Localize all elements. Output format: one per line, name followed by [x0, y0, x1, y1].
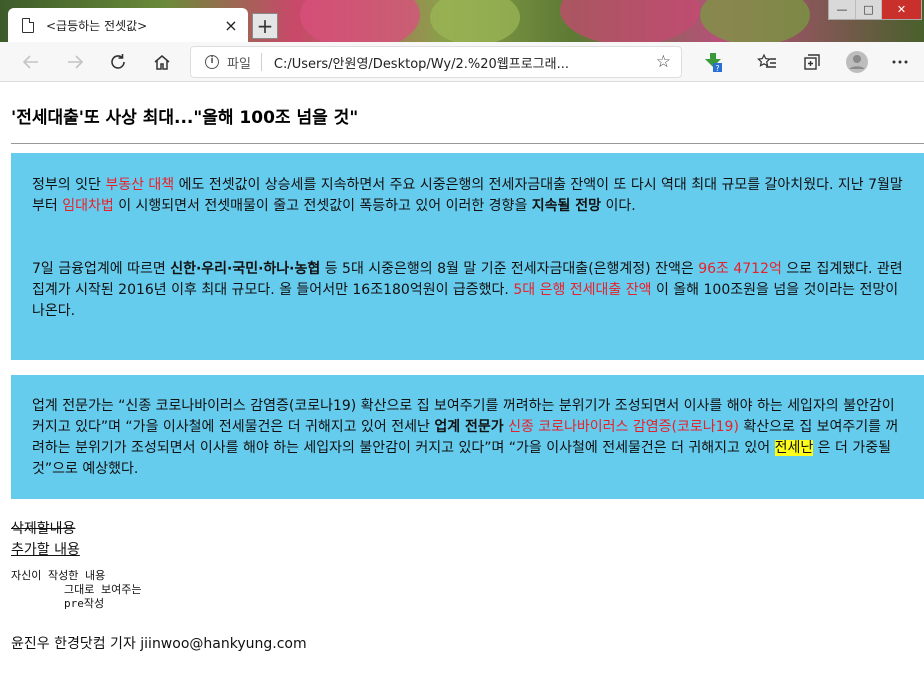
address-separator	[260, 53, 262, 71]
red-text: 임대차법	[62, 198, 114, 214]
horizontal-rule	[11, 143, 924, 144]
text-segment: 정부의 잇단	[32, 177, 106, 193]
red-text: 96조 4712억	[698, 261, 782, 277]
tab-title: <급등하는 전셋값>	[46, 18, 148, 33]
paragraph-3: 업계 전문가는 “신종 코로나바이러스 감염증(코로나19) 확산으로 집 보여…	[32, 396, 904, 480]
text-segment: 등 5대 시중은행의 8월 말 기준 전세자금대출(은행계정) 잔액은	[320, 261, 699, 277]
text-segment: 이 시행되면서 전셋매물이 줄고 전셋값이 폭등하고 있어 이러한 경향을	[113, 198, 532, 214]
article-headline: '전세대출'또 사상 최대..."올해 100조 넘을 것"	[11, 108, 359, 128]
new-tab-button[interactable]: +	[252, 13, 278, 39]
inserted-text: 추가할 내용	[11, 542, 80, 558]
star-icon[interactable]: ☆	[656, 52, 671, 72]
close-window-button[interactable]: ✕	[881, 0, 921, 19]
paragraph-1: 정부의 잇단 부동산 대책 에도 전셋값이 상승세를 지속하면서 주요 시중은행…	[32, 175, 904, 217]
text-segment: 7일 금융업계에 따르면	[32, 261, 171, 277]
collections-icon[interactable]	[798, 48, 826, 76]
address-bar[interactable]: i 파일 C:/Users/안원영/Desktop/Wy/2.%20웹프로그래.…	[190, 46, 682, 78]
bold-text: 신한·우리·국민·하나·농협	[170, 261, 321, 277]
address-url[interactable]: C:/Users/안원영/Desktop/Wy/2.%20웹프로그래...	[274, 53, 646, 72]
bold-text: 업계 전문가	[434, 419, 504, 435]
profile-icon[interactable]	[843, 48, 871, 76]
highlighted-text: 전세난	[774, 440, 814, 456]
article-box-1: 정부의 잇단 부동산 대책 에도 전셋값이 상승세를 지속하면서 주요 시중은행…	[11, 153, 924, 360]
back-arrow-icon[interactable]	[17, 48, 45, 76]
more-icon[interactable]	[886, 48, 914, 76]
article-box-2: 업계 전문가는 “신종 코로나바이러스 감염증(코로나19) 확산으로 집 보여…	[11, 375, 924, 499]
paragraph-2: 7일 금융업계에 따르면 신한·우리·국민·하나·농협 등 5대 시중은행의 8…	[32, 259, 904, 322]
bold-text: 지속될 전망	[531, 198, 602, 214]
deleted-text: 삭제할내용	[11, 521, 76, 537]
favorites-icon[interactable]	[753, 48, 781, 76]
byline: 윤진우 한경닷컴 기자 jiinwoo@hankyung.com	[11, 636, 307, 652]
minimize-button[interactable]: —	[829, 0, 855, 19]
background-leaf	[700, 0, 810, 42]
preformatted-text: 자신이 작성한 내용 그대로 보여주는 pre작성	[11, 569, 142, 610]
forward-arrow-icon[interactable]	[61, 48, 89, 76]
svg-text:?: ?	[715, 64, 719, 73]
background-flower	[300, 0, 420, 42]
info-icon[interactable]: i	[205, 55, 219, 69]
background-leaf	[430, 0, 520, 42]
red-text: 부동산 대책	[105, 177, 175, 193]
page-content: '전세대출'또 사상 최대..."올해 100조 넘을 것" 정부의 잇단 부동…	[0, 82, 924, 675]
browser-title-bar: <급등하는 전셋값> × + — □ ✕	[0, 0, 924, 42]
home-icon[interactable]	[148, 48, 176, 76]
red-text: 신종 코로나바이러스 감염증(코로나19)	[508, 419, 739, 435]
background-flower	[560, 0, 700, 42]
browser-toolbar: i 파일 C:/Users/안원영/Desktop/Wy/2.%20웹프로그래.…	[0, 42, 924, 82]
page-icon	[22, 17, 34, 33]
maximize-button[interactable]: □	[855, 0, 881, 19]
address-protocol: 파일	[227, 56, 251, 72]
browser-tab[interactable]: <급등하는 전셋값> ×	[8, 8, 248, 42]
window-controls: — □ ✕	[828, 0, 922, 20]
extension-icon[interactable]: ?	[699, 48, 727, 76]
refresh-icon[interactable]	[104, 48, 132, 76]
red-text: 5대 은행 전세대출 잔액	[513, 282, 652, 298]
text-segment: 이다.	[601, 198, 636, 214]
tab-close-button[interactable]: ×	[220, 16, 242, 35]
